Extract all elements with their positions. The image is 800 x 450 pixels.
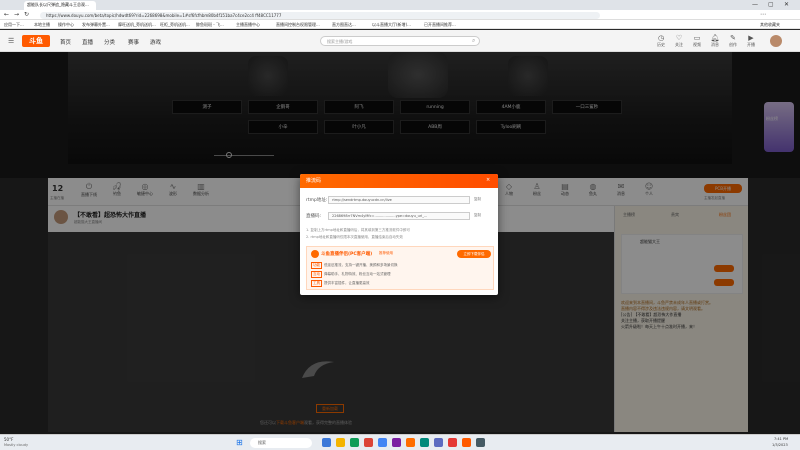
bookmark-item[interactable]: 发布弹幕外置... xyxy=(82,22,110,28)
bookmark-item[interactable]: 摩旺送机_旁机送机... xyxy=(118,22,156,28)
taskbar-search[interactable]: 搜索 xyxy=(250,438,312,448)
nav-live[interactable]: 直播 xyxy=(82,38,93,46)
app-icon[interactable] xyxy=(406,438,415,447)
taskbar: 50°F Mostly cloudy ⊞ 搜索 7:41 PM 1/3/2023 xyxy=(0,434,800,450)
avatar[interactable] xyxy=(770,35,782,47)
address-bar: ← → ↻ https://www.douyu.com/beta/topic/h… xyxy=(0,10,800,20)
bookmark-item[interactable]: 其他收藏夹 xyxy=(760,22,780,28)
browser-tab-bar: 超能队长以尺弹追_隐藏斗王总观... — ▢ ✕ xyxy=(0,0,800,10)
maximize-icon[interactable]: ▢ xyxy=(768,1,774,8)
close-icon[interactable]: × xyxy=(486,177,490,183)
bell-icon: 🔔︎ xyxy=(710,34,720,42)
site-logo[interactable]: 斗鱼 xyxy=(22,35,50,47)
companion-logo-icon xyxy=(311,250,319,258)
start-live-button[interactable]: ▶ 开播 xyxy=(744,34,758,48)
bookmark-item[interactable]: 旺柜_旁机送机... xyxy=(160,22,190,28)
app-icon[interactable] xyxy=(448,438,457,447)
menu-icon[interactable]: ☰ xyxy=(8,37,14,45)
bookmark-item[interactable]: 已开直播间推荐... xyxy=(424,22,456,28)
bookmark-item[interactable]: 直方图直达... xyxy=(332,22,356,28)
nav-category[interactable]: 分类 xyxy=(104,38,115,46)
message-button[interactable]: 🔔︎ 消息 xyxy=(708,34,722,48)
create-button[interactable]: ✎ 创作 xyxy=(726,34,740,48)
browser-tab[interactable]: 超能队长以尺弹追_隐藏斗王总观... xyxy=(24,1,96,10)
app-icon[interactable] xyxy=(392,438,401,447)
copy-rtmp-button[interactable]: 复制 xyxy=(474,197,481,202)
play-icon: ▶ xyxy=(748,34,754,42)
windows-start-icon[interactable]: ⊞ xyxy=(236,438,243,447)
bookmarks-bar: 应用一下... 本地主播 操作中心 发布弹幕外置... 摩旺送机_旁机送机...… xyxy=(0,20,800,29)
bookmark-item[interactable]: 操作中心 xyxy=(58,22,74,28)
pencil-icon: ✎ xyxy=(730,34,736,42)
search-icon[interactable]: ⌕ xyxy=(472,37,475,45)
bookmark-item[interactable]: 主播直播中心 xyxy=(236,22,260,28)
promo-row: 工具 提供丰富插件，让直播更高效 xyxy=(311,280,370,287)
modal-title: 推流码 xyxy=(300,174,498,188)
note-line: 2. rtmp地址和直播码仅限本次直播使用，直播结束后自动失效 xyxy=(306,235,403,239)
companion-promo: 斗鱼直播伴侣(PC客户端) 推荐使用 立即下载伴侣 功能 低延迟推流，支持一键开播… xyxy=(306,246,494,290)
promo-row: 功能 低延迟推流，支持一键开播、美颜和多场景切换 xyxy=(311,262,398,269)
tab-label: 超能队长以尺弹追_隐藏斗王总观... xyxy=(27,2,89,7)
bookmark-item[interactable]: 鲸鱼斑斑 - 飞... xyxy=(196,22,224,28)
back-icon[interactable]: ← xyxy=(4,11,9,18)
promo-row: 互动 弹幕助手、礼物特效、粉丝互动一站式管理 xyxy=(311,271,391,278)
minimize-icon[interactable]: — xyxy=(752,1,758,8)
clock-date: 1/3/2023 xyxy=(772,443,788,447)
file-explorer-icon[interactable] xyxy=(336,438,345,447)
bookmark-item[interactable]: 以斗直播大厅(新增)... xyxy=(372,22,411,28)
app-icon[interactable] xyxy=(364,438,373,447)
weather-text: Mostly cloudy xyxy=(4,443,29,447)
douyu-app-icon[interactable] xyxy=(462,438,471,447)
nav-games[interactable]: 游戏 xyxy=(150,38,161,46)
app-icon[interactable] xyxy=(434,438,443,447)
download-companion-button[interactable]: 立即下载伴侣 xyxy=(457,250,491,258)
extensions-icon[interactable]: ⋯ xyxy=(760,11,766,18)
search-input[interactable]: 搜索主播/游戏 xyxy=(320,36,480,46)
clock-icon: ◷ xyxy=(657,34,665,42)
nav-home[interactable]: 首页 xyxy=(60,38,71,46)
nav-events[interactable]: 赛事 xyxy=(128,38,139,46)
history-button[interactable]: ◷ 历史 xyxy=(654,34,668,48)
bookmark-item[interactable]: 本地主播 xyxy=(34,22,50,28)
video-button[interactable]: ▭ 视频 xyxy=(690,34,704,48)
rtmp-address-field[interactable]: rtmp://sendrtmp.douyucdn.cn/live xyxy=(328,196,470,204)
follow-button[interactable]: ♡ 关注 xyxy=(672,34,686,48)
app-icon[interactable] xyxy=(350,438,359,447)
forward-icon[interactable]: → xyxy=(14,11,19,18)
app-icon[interactable] xyxy=(420,438,429,447)
url-field[interactable]: https://www.douyu.com/beta/topic/hdwdt69… xyxy=(40,12,600,19)
note-line: 1. 复制上方rtmp地址和直播码后，将其填到第三方推流软件中即可 xyxy=(306,228,410,232)
app-icon[interactable] xyxy=(476,438,485,447)
site-header: ☰ 斗鱼 首页 直播 分类 赛事 游戏 搜索主播/游戏 ⌕ ◷ 历史 ♡ 关注 ▭ 视… xyxy=(0,30,800,52)
bookmark-item[interactable]: 应用一下... xyxy=(4,22,24,28)
bookmark-item[interactable]: 直播间控制台权限管理... xyxy=(276,22,320,28)
close-icon[interactable]: ✕ xyxy=(784,1,789,8)
stream-key-modal: 推流码 × rtmp地址: rtmp://sendrtmp.douyucdn.c… xyxy=(300,174,498,295)
weather-temp[interactable]: 50°F xyxy=(4,437,13,442)
clock-time[interactable]: 7:41 PM xyxy=(774,437,788,441)
heart-icon: ♡ xyxy=(675,34,683,42)
video-icon: ▭ xyxy=(693,34,701,42)
chrome-icon[interactable] xyxy=(378,438,387,447)
refresh-icon[interactable]: ↻ xyxy=(24,11,29,18)
stream-key-field[interactable]: 2268698rr7NVm4yMfc=...................yp… xyxy=(328,212,470,220)
task-view-icon[interactable] xyxy=(322,438,331,447)
copy-key-button[interactable]: 复制 xyxy=(474,213,481,218)
